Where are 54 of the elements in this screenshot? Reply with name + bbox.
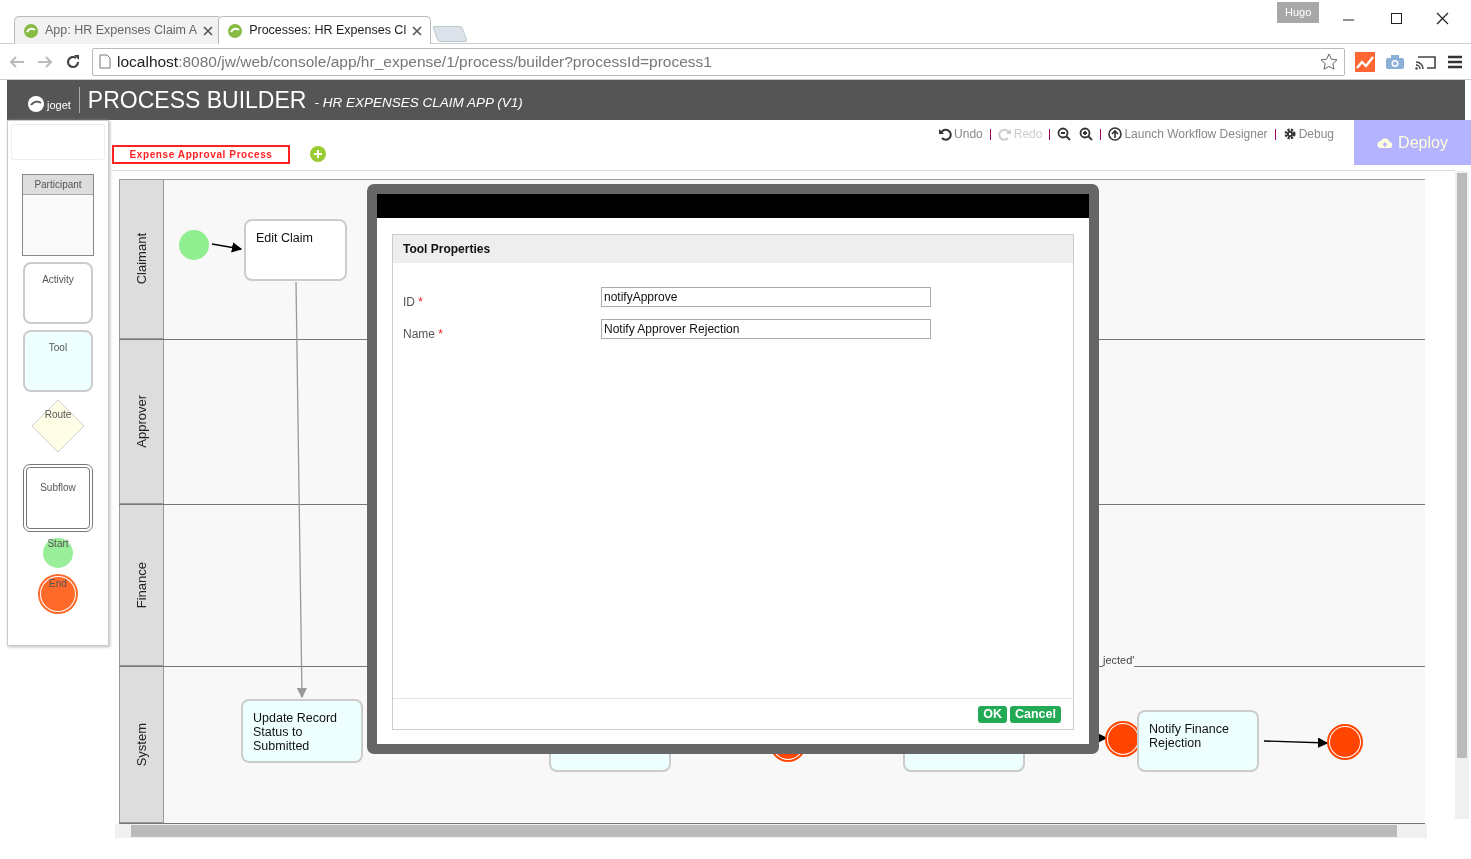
undo-button[interactable]: Undo <box>934 125 987 143</box>
lane-header[interactable]: System <box>119 667 164 823</box>
zoom-out-icon[interactable] <box>1057 127 1072 141</box>
process-tab[interactable]: Expense Approval Process <box>112 145 290 164</box>
maximize-icon[interactable] <box>1390 12 1403 26</box>
palette-route[interactable]: Route <box>30 398 86 454</box>
debug-button[interactable]: Debug <box>1278 125 1338 143</box>
star-icon[interactable] <box>1320 52 1338 71</box>
url-text: localhost:8080/jw/web/console/app/hr_expense/1/process/builder?processId=process1 <box>117 51 712 72</box>
globe-icon <box>23 22 39 39</box>
address-bar[interactable]: localhost:8080/jw/web/console/app/hr_expense/1/process/builder?processId=process1 <box>92 47 1345 76</box>
palette-participant[interactable]: Participant <box>22 174 94 256</box>
close-icon[interactable] <box>203 25 214 36</box>
palette-activity[interactable]: Activity <box>23 262 93 324</box>
app-subtitle: - HR EXPENSES CLAIM APP (V1) <box>314 93 523 112</box>
activity-node[interactable]: Edit Claim <box>244 219 347 281</box>
browser-tab[interactable]: Processes: HR Expenses Cl <box>218 16 432 44</box>
lane-header[interactable]: Claimant <box>119 180 164 339</box>
menu-icon[interactable] <box>1447 54 1463 69</box>
horizontal-scrollbar[interactable] <box>115 824 1427 838</box>
chart-icon[interactable] <box>1355 51 1375 72</box>
lane-header[interactable]: Finance <box>119 505 164 666</box>
connector-arrow[interactable] <box>211 242 243 253</box>
globe-icon <box>227 22 244 39</box>
tool-node[interactable]: Update Record Status to Submitted <box>241 699 363 763</box>
tool-node[interactable]: Notify Finance Rejection <box>1137 710 1259 772</box>
redo-icon <box>997 127 1012 141</box>
close-icon[interactable] <box>1436 12 1449 26</box>
vertical-scrollbar[interactable] <box>1455 171 1469 819</box>
panel-title: Tool Properties <box>393 235 1073 263</box>
text-field[interactable]: notifyApprove <box>601 287 931 307</box>
palette-tool[interactable]: Tool <box>23 330 93 392</box>
cloud-upload-icon <box>1377 136 1394 149</box>
upload-icon <box>1108 127 1123 141</box>
field-label: ID * <box>403 294 424 311</box>
lane-header[interactable]: Approver <box>119 340 164 504</box>
logo-icon <box>27 95 45 113</box>
reload-icon[interactable] <box>64 52 82 71</box>
palette-subflow[interactable]: Subflow <box>23 464 93 532</box>
end-node[interactable] <box>1329 726 1361 758</box>
close-icon[interactable] <box>412 25 423 36</box>
camera-icon[interactable] <box>1385 53 1405 70</box>
undo-icon <box>938 127 953 141</box>
field-label: Name * <box>403 326 445 343</box>
launch-button[interactable]: Launch Workflow Designer <box>1104 125 1272 143</box>
logo-text: joget <box>47 97 71 113</box>
connector-arrow[interactable] <box>1263 737 1329 748</box>
cast-icon[interactable] <box>1415 53 1437 70</box>
gear-icon <box>1282 127 1297 141</box>
zoom-in-icon[interactable] <box>1079 127 1094 141</box>
text-field[interactable]: Notify Approver Rejection <box>601 319 931 339</box>
page-icon <box>99 54 111 69</box>
palette-start[interactable]: Start <box>43 538 73 568</box>
app-title: PROCESS BUILDER <box>87 85 307 115</box>
